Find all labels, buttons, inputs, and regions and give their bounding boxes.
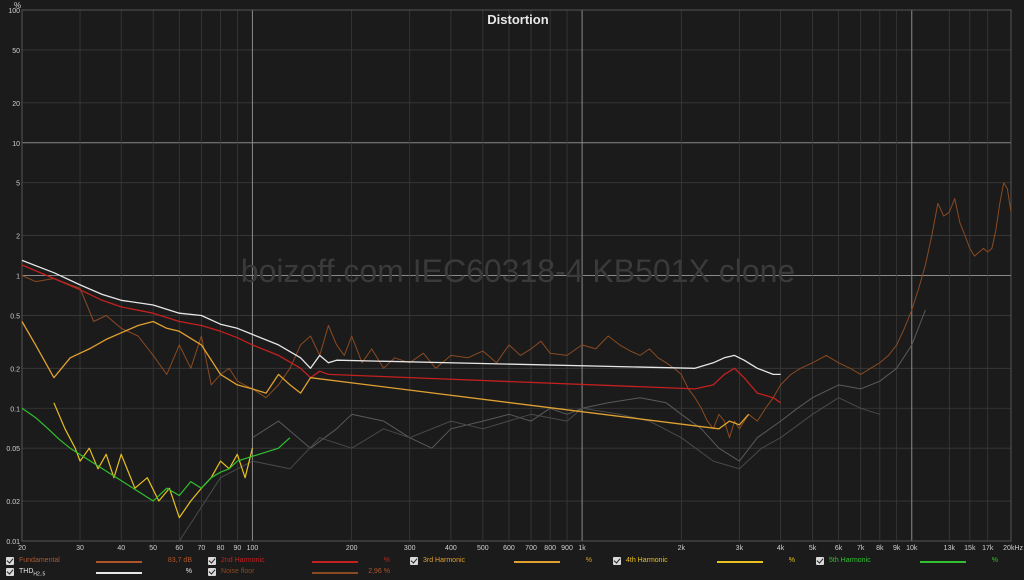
x-tick-label: 700 — [525, 545, 537, 552]
y-axis-unit: % — [14, 1, 21, 10]
chart-title: Distortion — [487, 12, 548, 27]
y-tick-label: 0.2 — [10, 366, 20, 373]
checkbox-h4[interactable] — [613, 557, 621, 565]
x-tick-label: 15k — [964, 545, 976, 552]
y-tick-label: 2 — [16, 234, 20, 241]
legend-h5-value: % — [991, 557, 998, 564]
x-tick-label: 400 — [445, 545, 457, 552]
legend-thd-value: % — [185, 568, 192, 575]
x-tick-label: 6k — [835, 545, 843, 552]
x-tick-label: 13k — [944, 545, 956, 552]
x-tick-label: 100 — [247, 545, 259, 552]
legend-thd-label: THDH2..5 — [19, 568, 46, 578]
legend-thd-sub: H2..5 — [33, 571, 46, 578]
watermark: boizoff.com IEC60318-4 KB501X clone — [241, 253, 795, 289]
x-tick-label: 17k — [982, 545, 994, 552]
x-tick-label: 600 — [503, 545, 515, 552]
distortion-chart: boizoff.com IEC60318-4 KB501X clone 100 5… — [0, 0, 1024, 554]
x-tick-label: 80 — [217, 545, 225, 552]
y-tick-label: 20 — [12, 101, 20, 108]
y-tick-label: 50 — [12, 48, 20, 55]
y-tick-label: 5 — [16, 181, 20, 188]
legend: Fundamental 83,7 dB THDH2..5 % 2nd Harmo… — [0, 554, 1024, 579]
y-tick-label: 1 — [16, 274, 20, 281]
legend-h3-label: 3rd Harmonic — [423, 557, 466, 564]
x-tick-label: 300 — [404, 545, 416, 552]
y-tick-label: 0.1 — [10, 406, 20, 413]
x-tick-label: 2k — [678, 545, 686, 552]
legend-thd-swatch — [96, 572, 142, 574]
x-tick-label: 5k — [809, 545, 817, 552]
x-tick-label: 20kHz — [1003, 545, 1023, 552]
x-tick-label: 10k — [906, 545, 918, 552]
legend-h4-value: % — [788, 557, 795, 564]
checkbox-thd[interactable] — [6, 568, 14, 576]
x-tick-label: 200 — [346, 545, 358, 552]
legend-noise-value: 2,96 % — [368, 568, 390, 575]
x-tick-label: 50 — [149, 545, 157, 552]
x-tick-label: 900 — [561, 545, 573, 552]
x-tick-label: 4k — [777, 545, 785, 552]
y-tick-label: 0.02 — [6, 499, 20, 506]
legend-h5-label: 5th Harmonic — [829, 557, 871, 564]
x-tick-label: 1k — [578, 545, 586, 552]
x-tick-label: 9k — [893, 545, 901, 552]
x-tick-label: 30 — [76, 545, 84, 552]
x-tick-label: 60 — [175, 545, 183, 552]
x-tick-label: 70 — [197, 545, 205, 552]
x-tick-label: 500 — [477, 545, 489, 552]
legend-fundamental-swatch — [96, 561, 142, 563]
x-tick-label: 40 — [117, 545, 125, 552]
legend-noise-label: Noise floor — [221, 568, 255, 575]
x-tick-label: 3k — [736, 545, 744, 552]
legend-h4-label: 4th Harmonic — [626, 557, 668, 564]
x-tick-label: 800 — [544, 545, 556, 552]
checkbox-fundamental[interactable] — [6, 557, 14, 565]
x-tick-label: 7k — [857, 545, 865, 552]
checkbox-h5[interactable] — [816, 557, 824, 565]
y-tick-label: 0.5 — [10, 313, 20, 320]
checkbox-h2[interactable] — [208, 557, 216, 565]
checkbox-h3[interactable] — [410, 557, 418, 565]
checkbox-noise[interactable] — [208, 568, 216, 576]
x-tick-label: 90 — [233, 545, 241, 552]
y-tick-label: 10 — [12, 141, 20, 148]
legend-h3-value: % — [585, 557, 592, 564]
x-tick-label: 8k — [876, 545, 884, 552]
x-tick-label: 20 — [18, 545, 26, 552]
y-tick-label: 0.05 — [6, 446, 20, 453]
